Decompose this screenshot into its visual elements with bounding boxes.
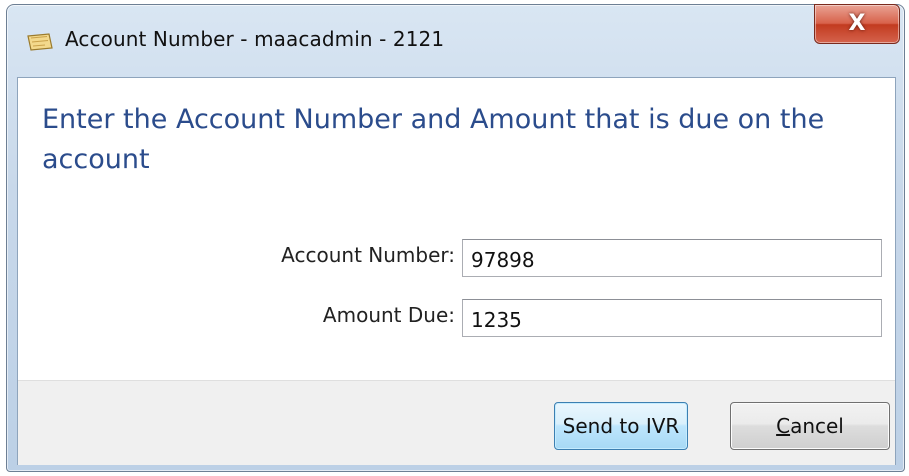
cancel-label: ancel bbox=[790, 414, 844, 438]
dialog-body: Enter the Account Number and Amount that… bbox=[17, 77, 896, 465]
cancel-accelerator: C bbox=[776, 414, 791, 438]
title-bar[interactable]: Account Number - maacadmin - 2121 X bbox=[7, 4, 904, 77]
button-bar: Send to IVR Cancel bbox=[18, 380, 895, 465]
dialog-window: Account Number - maacadmin - 2121 X Ente… bbox=[6, 4, 905, 472]
amount-due-label: Amount Due: bbox=[322, 303, 455, 327]
account-number-input[interactable] bbox=[462, 239, 882, 277]
cancel-button[interactable]: Cancel bbox=[730, 402, 890, 450]
close-button[interactable]: X bbox=[814, 4, 900, 44]
send-to-ivr-button[interactable]: Send to IVR bbox=[554, 402, 688, 450]
instruction-heading: Enter the Account Number and Amount that… bbox=[42, 104, 825, 175]
ticket-icon bbox=[25, 31, 55, 53]
amount-due-input[interactable] bbox=[462, 299, 882, 337]
close-icon: X bbox=[848, 11, 866, 36]
account-number-label: Account Number: bbox=[281, 243, 455, 267]
window-title: Account Number - maacadmin - 2121 bbox=[65, 27, 445, 51]
